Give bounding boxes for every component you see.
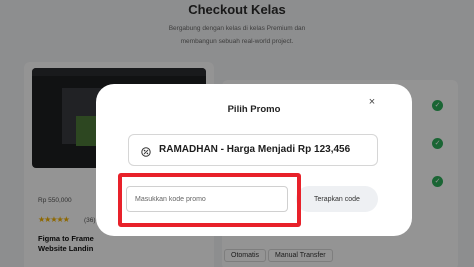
selected-promo[interactable]: RAMADHAN - Harga Menjadi Rp 123,456 xyxy=(128,134,378,166)
apply-code-button[interactable]: Terapkan code xyxy=(296,186,378,212)
selected-promo-label: RAMADHAN - Harga Menjadi Rp 123,456 xyxy=(159,144,351,155)
tag-icon xyxy=(141,147,151,157)
close-icon[interactable]: × xyxy=(364,94,380,110)
highlight-box xyxy=(118,173,301,227)
